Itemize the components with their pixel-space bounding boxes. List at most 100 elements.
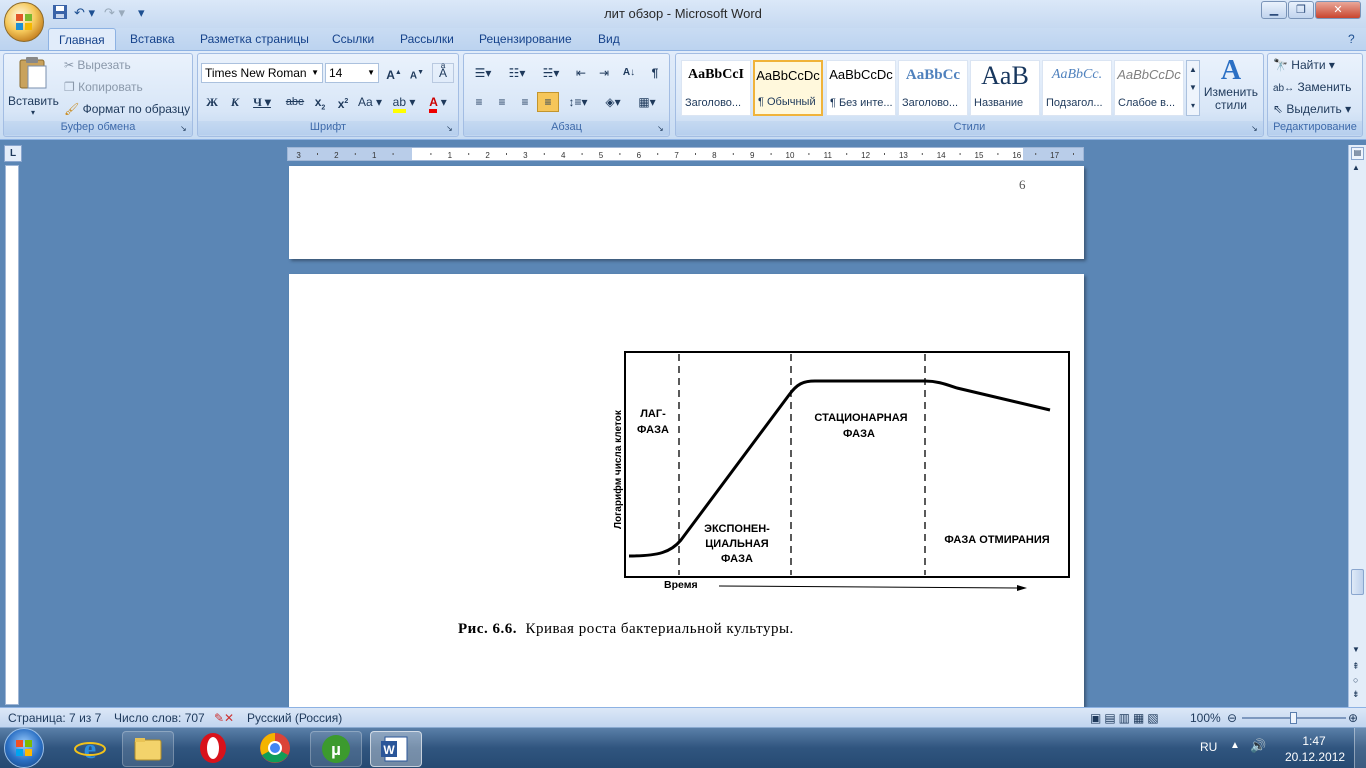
font-color-icon[interactable]: A ▾ — [422, 92, 454, 113]
highlight-icon[interactable]: ab ▾ — [388, 92, 420, 113]
grow-font-icon[interactable]: A▲ — [383, 63, 405, 83]
tab-selector[interactable]: L — [4, 145, 22, 162]
internet-explorer-icon[interactable]: e — [73, 731, 107, 765]
dialog-launcher-icon[interactable]: ↘ — [657, 124, 664, 133]
line-spacing-icon[interactable]: ↕≡▾ — [563, 92, 593, 112]
scroll-thumb[interactable] — [1351, 569, 1364, 595]
minimize-button[interactable]: ▁ — [1261, 1, 1287, 19]
clock[interactable]: 1:47 20.12.2012 — [1285, 733, 1345, 765]
scroll-down-icon[interactable]: ▼ — [1352, 645, 1360, 654]
show-desktop-button[interactable] — [1354, 728, 1366, 768]
dialog-launcher-icon[interactable]: ↘ — [1251, 124, 1258, 133]
previous-page-icon[interactable]: ⇞ — [1352, 661, 1360, 672]
volume-icon[interactable]: 🔊 — [1250, 738, 1266, 754]
font-name-select[interactable]: Times New Roman ▼ — [201, 63, 323, 83]
input-language[interactable]: RU — [1200, 740, 1217, 754]
numbering-icon[interactable]: ☷▾ — [502, 63, 532, 83]
justify-icon[interactable]: ≡ — [537, 92, 559, 112]
tab-view[interactable]: Вид — [588, 28, 630, 50]
tab-home[interactable]: Главная — [48, 28, 116, 50]
style-subtitle[interactable]: AaBbCc. Подзагол... — [1042, 60, 1112, 116]
sort-icon[interactable]: A↓ — [618, 63, 640, 83]
zoom-level[interactable]: 100% — [1190, 711, 1221, 725]
align-left-icon[interactable]: ≡ — [468, 92, 490, 112]
clear-formatting-icon[interactable]: Aͣ — [432, 63, 454, 83]
ruler-tick-label: 4 — [561, 151, 566, 160]
bullets-icon[interactable]: ☰▾ — [468, 63, 498, 83]
dialog-launcher-icon[interactable]: ↘ — [180, 124, 187, 133]
paste-button[interactable]: Вставить ▾ — [8, 56, 59, 117]
underline-icon[interactable]: Ч ▾ — [248, 92, 276, 112]
increase-indent-icon[interactable]: ⇥ — [593, 63, 615, 83]
page-count[interactable]: Страница: 7 из 7 — [8, 711, 101, 725]
language-indicator[interactable]: Русский (Россия) — [247, 711, 342, 725]
tab-page-layout[interactable]: Разметка страницы — [190, 28, 319, 50]
dialog-launcher-icon[interactable]: ↘ — [446, 124, 453, 133]
format-painter-button[interactable]: 🖌 Формат по образцу — [64, 102, 190, 116]
show-marks-icon[interactable]: ¶ — [644, 63, 666, 83]
scroll-up-icon[interactable]: ▲ — [1352, 163, 1360, 172]
close-button[interactable]: ✕ — [1315, 1, 1361, 19]
subscript-icon[interactable]: x2 — [309, 92, 331, 112]
vertical-ruler[interactable] — [5, 165, 19, 705]
vertical-scrollbar[interactable]: ▤ ▲ ▼ ⇞ ○ ⇟ — [1348, 145, 1366, 707]
phase-lag-line: ЛАГ- — [640, 408, 666, 420]
style-normal[interactable]: AaBbCcDc ¶ Обычный — [753, 60, 823, 116]
browse-object-icon[interactable]: ○ — [1353, 675, 1358, 685]
word-count[interactable]: Число слов: 707 — [114, 711, 205, 725]
tab-insert[interactable]: Вставка — [120, 28, 185, 50]
tray-expand-icon[interactable]: ▲ — [1230, 740, 1240, 751]
select-button[interactable]: ⇖ Выделить ▾ — [1273, 102, 1351, 116]
maximize-button[interactable]: ❐ — [1288, 1, 1314, 19]
opera-icon[interactable] — [196, 731, 230, 765]
chrome-icon[interactable] — [258, 731, 292, 765]
ruler-tick-label: 3 — [296, 151, 301, 160]
style-no-spacing[interactable]: AaBbCcDc ¶ Без инте... — [826, 60, 896, 116]
style-heading-1[interactable]: AaBbCcI Заголово... — [681, 60, 751, 116]
explorer-taskbar-button[interactable] — [122, 731, 174, 767]
styles-scroll[interactable]: ▲ ▼ ▾ — [1186, 60, 1200, 116]
zoom-in-icon[interactable]: ⊕ — [1348, 711, 1358, 725]
italic-icon[interactable]: К — [224, 92, 246, 112]
proofing-icon[interactable]: ✎✕ — [214, 711, 234, 725]
strikethrough-icon[interactable]: abe — [282, 92, 308, 112]
change-case-icon[interactable]: Aa ▾ — [356, 92, 384, 112]
arrow-head — [1017, 585, 1027, 591]
horizontal-ruler[interactable]: 3 2 1 1 2 3 4 5 6 7 8 9 10 11 12 13 14 15 16 17 — [287, 147, 1084, 161]
ruler-toggle-icon[interactable]: ▤ — [1351, 147, 1364, 160]
utorrent-taskbar-button[interactable]: µ — [310, 731, 362, 767]
shrink-font-icon[interactable]: A▼ — [406, 63, 428, 83]
replace-label: Заменить — [1297, 80, 1352, 94]
find-button[interactable]: 🔭 Найти ▾ — [1273, 58, 1335, 72]
zoom-out-icon[interactable]: ⊖ — [1227, 711, 1237, 725]
shading-icon[interactable]: ◈▾ — [598, 92, 628, 112]
change-styles-label: Изменить стили — [1203, 85, 1259, 112]
cut-button[interactable]: ✂ Вырезать — [64, 58, 131, 72]
word-taskbar-button[interactable]: W — [370, 731, 422, 767]
change-styles-button[interactable]: A Изменить стили — [1203, 56, 1259, 116]
superscript-icon[interactable]: x2 — [332, 92, 354, 112]
tab-references[interactable]: Ссылки — [322, 28, 384, 50]
start-button[interactable] — [4, 728, 44, 768]
align-right-icon[interactable]: ≡ — [514, 92, 536, 112]
view-buttons[interactable]: ▣▤▥▦▧ — [1090, 711, 1162, 725]
copy-button[interactable]: ❐ Копировать — [64, 80, 143, 94]
style-title[interactable]: AaB Название — [970, 60, 1040, 116]
decrease-indent-icon[interactable]: ⇤ — [570, 63, 592, 83]
office-button[interactable] — [4, 2, 44, 42]
tab-mailings[interactable]: Рассылки — [390, 28, 464, 50]
tab-review[interactable]: Рецензирование — [469, 28, 582, 50]
next-page-icon[interactable]: ⇟ — [1352, 689, 1360, 700]
style-heading-2[interactable]: AaBbCc Заголово... — [898, 60, 968, 116]
replace-button[interactable]: ab↔ Заменить — [1273, 80, 1351, 94]
align-center-icon[interactable]: ≡ — [491, 92, 513, 112]
help-icon[interactable]: ? — [1348, 32, 1355, 46]
page-previous[interactable]: 6 — [289, 166, 1084, 259]
page-current[interactable]: Логарифм числа клеток Время ЛАГ- ФАЗА ЭК… — [289, 274, 1084, 714]
bold-icon[interactable]: Ж — [201, 92, 223, 112]
multilevel-list-icon[interactable]: ☵▾ — [536, 63, 566, 83]
zoom-slider-thumb[interactable] — [1290, 712, 1297, 724]
borders-icon[interactable]: ▦▾ — [632, 92, 662, 112]
font-size-select[interactable]: 14 ▼ — [325, 63, 379, 83]
style-subtle-emphasis[interactable]: AaBbCcDc Слабое в... — [1114, 60, 1184, 116]
